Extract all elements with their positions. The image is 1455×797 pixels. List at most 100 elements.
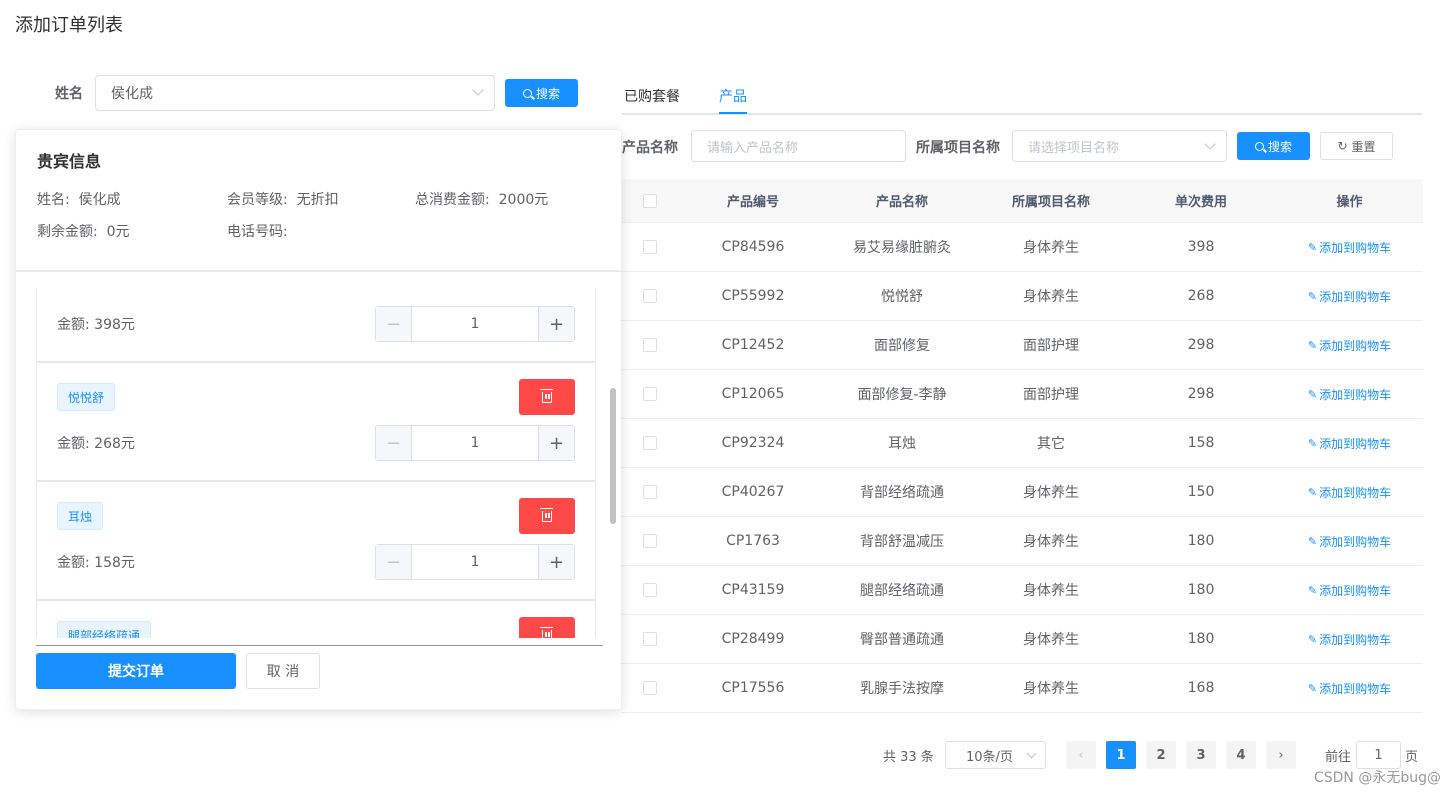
add-to-cart-link[interactable]: ✎ 添加到购物车 (1308, 582, 1391, 599)
goto-page-input[interactable]: 1 (1356, 741, 1401, 769)
reset-button[interactable]: ↻ 重置 (1320, 132, 1393, 160)
row-select-cell[interactable] (622, 289, 678, 303)
cell-code: CP28499 (721, 631, 785, 647)
add-to-cart-label: 添加到购物车 (1319, 338, 1392, 353)
cell-name: 易艾易缘脏腑灸 (853, 240, 951, 256)
row-checkbox[interactable] (643, 583, 657, 597)
add-to-cart-link[interactable]: ✎ 添加到购物车 (1308, 239, 1391, 256)
add-to-cart-link[interactable]: ✎ 添加到购物车 (1308, 288, 1391, 305)
quantity-stepper[interactable]: − 1 + (375, 544, 575, 580)
product-name-label: 产品名称 (622, 140, 678, 156)
cell-name: 悦悦舒 (881, 289, 923, 305)
add-to-cart-link[interactable]: ✎ 添加到购物车 (1308, 484, 1391, 501)
customer-search-label: 搜索 (535, 86, 560, 101)
goto-label: 前往 (1325, 750, 1352, 765)
add-to-cart-link[interactable]: ✎ 添加到购物车 (1308, 386, 1391, 403)
project-label: 所属项目名称 (916, 140, 1000, 156)
cart-item-tag: 腿部经络疏通 (57, 621, 152, 638)
row-select-cell[interactable] (622, 436, 678, 450)
row-select-cell[interactable] (622, 632, 678, 646)
next-page-button[interactable]: › (1266, 741, 1296, 769)
cell-name: 腿部经络疏通 (860, 583, 944, 599)
row-select-cell[interactable] (622, 387, 678, 401)
cell-code: CP43159 (721, 582, 785, 598)
add-to-cart-link[interactable]: ✎ 添加到购物车 (1308, 337, 1391, 354)
page-1-button[interactable]: 1 (1106, 741, 1136, 769)
row-select-cell[interactable] (622, 583, 678, 597)
page-2-button[interactable]: 2 (1146, 741, 1176, 769)
product-search-button[interactable]: 搜索 (1237, 132, 1310, 160)
increase-button[interactable]: + (538, 545, 574, 579)
tab-products[interactable]: 产品 (719, 86, 747, 106)
cart-list[interactable]: 金额: 398元 − 1 + 悦悦舒 金额: 268元 − 1 + 耳烛 金额:… (36, 288, 603, 638)
product-name-input[interactable]: 请输入产品名称 (691, 130, 906, 162)
page-3-button[interactable]: 3 (1186, 741, 1216, 769)
row-checkbox[interactable] (643, 534, 657, 548)
quantity-stepper[interactable]: − 1 + (375, 306, 575, 342)
row-select-cell[interactable] (622, 240, 678, 254)
quantity-value[interactable]: 1 (412, 426, 538, 460)
cell-operation: ✎ 添加到购物车 (1276, 288, 1423, 305)
increase-button[interactable]: + (538, 307, 574, 341)
prev-page-button[interactable]: ‹ (1066, 741, 1096, 769)
guest-balance-key: 剩余金额: (37, 224, 98, 240)
row-checkbox[interactable] (643, 681, 657, 695)
cell-code: CP1763 (726, 533, 780, 549)
row-select-cell[interactable] (622, 534, 678, 548)
page-size-select[interactable]: 10条/页 (945, 741, 1046, 769)
submit-order-button[interactable]: 提交订单 (36, 653, 236, 689)
cancel-button[interactable]: 取 消 (246, 653, 320, 689)
table-row: CP92324 耳烛 其它 158 ✎ 添加到购物车 (622, 419, 1423, 468)
row-checkbox[interactable] (643, 240, 657, 254)
cell-project: 其它 (1037, 436, 1065, 452)
row-checkbox[interactable] (643, 289, 657, 303)
customer-search-button[interactable]: 搜索 (505, 79, 578, 107)
cell-operation: ✎ 添加到购物车 (1276, 533, 1423, 550)
delete-button[interactable] (519, 617, 575, 638)
tab-purchased-packages[interactable]: 已购套餐 (624, 86, 680, 106)
cell-code: CP17556 (721, 680, 785, 696)
row-select-cell[interactable] (622, 681, 678, 695)
edit-icon: ✎ (1307, 240, 1318, 254)
cell-operation: ✎ 添加到购物车 (1276, 239, 1423, 256)
decrease-button[interactable]: − (376, 307, 412, 341)
select-all-cell[interactable] (622, 193, 678, 208)
add-to-cart-link[interactable]: ✎ 添加到购物车 (1308, 631, 1391, 648)
increase-button[interactable]: + (538, 426, 574, 460)
guest-total-key: 总消费金额: (415, 192, 490, 208)
page-4-button[interactable]: 4 (1226, 741, 1256, 769)
row-select-cell[interactable] (622, 485, 678, 499)
row-checkbox[interactable] (643, 387, 657, 401)
cart-scrollbar[interactable] (610, 288, 616, 638)
add-to-cart-label: 添加到购物车 (1319, 240, 1392, 255)
row-checkbox[interactable] (643, 436, 657, 450)
add-to-cart-link[interactable]: ✎ 添加到购物车 (1308, 435, 1391, 452)
add-to-cart-label: 添加到购物车 (1319, 534, 1392, 549)
customer-select[interactable]: 侯化成 (95, 75, 495, 111)
decrease-button[interactable]: − (376, 545, 412, 579)
cell-code: CP92324 (721, 435, 785, 451)
edit-icon: ✎ (1307, 387, 1318, 401)
cell-operation: ✎ 添加到购物车 (1276, 484, 1423, 501)
project-placeholder: 请选择项目名称 (1028, 140, 1120, 156)
row-checkbox[interactable] (643, 632, 657, 646)
guest-level-value: 无折扣 (296, 192, 339, 208)
quantity-value[interactable]: 1 (412, 307, 538, 341)
quantity-value[interactable]: 1 (412, 545, 538, 579)
decrease-button[interactable]: − (376, 426, 412, 460)
scrollbar-thumb[interactable] (610, 388, 616, 524)
row-checkbox[interactable] (643, 485, 657, 499)
cell-name: 耳烛 (888, 436, 916, 452)
row-select-cell[interactable] (622, 338, 678, 352)
select-all-checkbox[interactable] (643, 193, 657, 208)
add-to-cart-link[interactable]: ✎ 添加到购物车 (1308, 680, 1391, 697)
delete-button[interactable] (519, 379, 575, 415)
page-title: 添加订单列表 (15, 15, 123, 36)
header-project: 所属项目名称 (1011, 195, 1090, 210)
delete-button[interactable] (519, 498, 575, 534)
project-select[interactable]: 请选择项目名称 (1012, 130, 1227, 162)
add-to-cart-label: 添加到购物车 (1319, 681, 1392, 696)
add-to-cart-link[interactable]: ✎ 添加到购物车 (1308, 533, 1391, 550)
row-checkbox[interactable] (643, 338, 657, 352)
quantity-stepper[interactable]: − 1 + (375, 425, 575, 461)
